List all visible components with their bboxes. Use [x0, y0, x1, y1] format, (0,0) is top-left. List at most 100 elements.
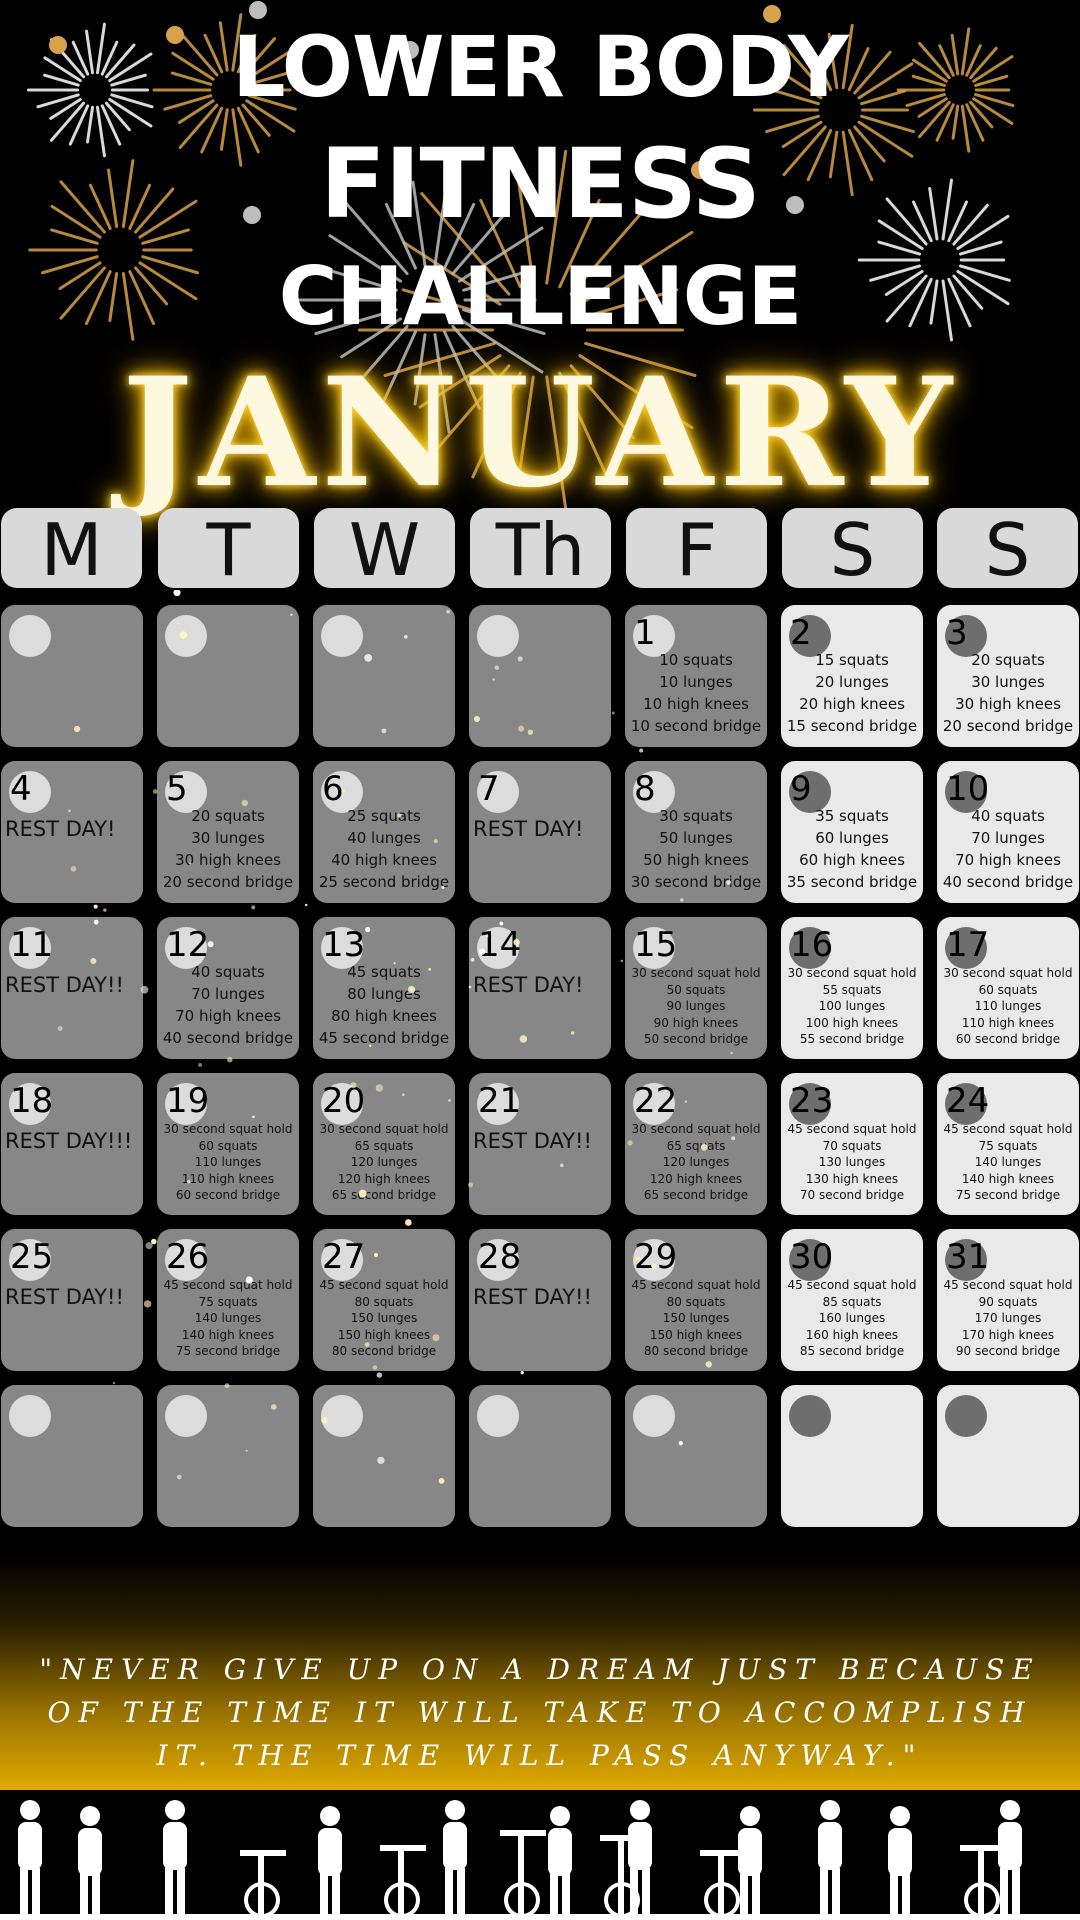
person-silhouette-head — [80, 1806, 100, 1826]
workout-line: 55 squats — [822, 982, 882, 997]
calendar-day-23: 23 45 second squat hold 70 squats 130 lu… — [781, 1073, 923, 1215]
workout-line: 80 second bridge — [331, 1344, 437, 1358]
workout-line: 25 squats — [347, 807, 421, 825]
day-number: 3 — [946, 613, 968, 653]
person-silhouette-leg — [642, 1868, 650, 1916]
workout-list: 45 second squat hold 70 squats 130 lunge… — [781, 1121, 923, 1204]
workout-line: 90 second bridge — [955, 1344, 1061, 1358]
person-silhouette-body — [628, 1822, 652, 1870]
calendar-day-25: 25 REST DAY!! — [1, 1229, 143, 1371]
weekday-header-sat: S — [782, 508, 923, 592]
rest-day-label: REST DAY!!! — [5, 1129, 133, 1153]
workout-line: 40 high knees — [331, 851, 437, 869]
workout-line: 45 second squat hold — [943, 1122, 1073, 1136]
workout-line: 120 high knees — [337, 1171, 431, 1186]
workout-line: 70 second bridge — [799, 1188, 905, 1202]
person-silhouette-leg — [80, 1868, 88, 1916]
workout-line: 80 second bridge — [643, 1344, 749, 1358]
workout-line: 20 squats — [191, 807, 265, 825]
workout-line: 85 squats — [822, 1294, 882, 1309]
workout-line: 50 lunges — [659, 829, 733, 847]
workout-line: 70 squats — [822, 1138, 882, 1153]
person-silhouette-leg — [832, 1868, 840, 1916]
workout-line: 140 lunges — [974, 1155, 1042, 1169]
sparkle — [251, 905, 256, 910]
workout-line: 35 second bridge — [786, 873, 918, 891]
workout-list: 40 squats 70 lunges 70 high knees 40 sec… — [937, 805, 1079, 893]
firework-dot — [249, 1, 267, 19]
sparkle — [639, 748, 644, 753]
person-silhouette-head — [890, 1806, 910, 1826]
calendar-day-26: 26 45 second squat hold 75 squats 140 lu… — [157, 1229, 299, 1371]
workout-line: 80 lunges — [347, 985, 421, 1003]
person-silhouette-body — [818, 1822, 842, 1870]
workout-line: 110 lunges — [974, 999, 1042, 1013]
workout-line: 170 lunges — [974, 1311, 1042, 1325]
day-number: 11 — [10, 925, 54, 965]
day-number: 29 — [634, 1237, 678, 1277]
day-number: 20 — [322, 1081, 366, 1121]
person-silhouette-head — [740, 1806, 760, 1826]
calendar-cell-empty — [313, 605, 455, 747]
workout-line: 65 squats — [354, 1138, 414, 1153]
workout-line: 45 second squat hold — [787, 1122, 917, 1136]
sparkle — [103, 908, 107, 912]
weekday-header-thu: Th — [470, 508, 611, 592]
calendar-day-3: 3 20 squats 30 lunges 30 high knees 20 s… — [937, 605, 1079, 747]
day-number: 27 — [322, 1237, 366, 1277]
person-silhouette-leg — [445, 1868, 453, 1916]
title-line-3: CHALLENGE — [278, 250, 802, 343]
gym-machine-post — [398, 1845, 404, 1916]
rest-day-label: REST DAY!! — [5, 1285, 124, 1309]
day-number: 18 — [10, 1081, 54, 1121]
workout-line: 90 high knees — [653, 1015, 739, 1030]
day-number: 10 — [946, 769, 990, 809]
sparkle — [151, 1238, 157, 1245]
sparkle — [173, 590, 181, 597]
workout-line: 30 lunges — [971, 673, 1045, 691]
workout-line: 80 squats — [354, 1294, 414, 1309]
workout-line: 150 high knees — [337, 1327, 431, 1342]
workout-line: 150 lunges — [350, 1311, 418, 1325]
calendar-cell-empty — [469, 605, 611, 747]
calendar-cell-empty — [1, 1385, 143, 1527]
workout-line: 70 lunges — [971, 829, 1045, 847]
calendar-day-24: 24 45 second squat hold 75 squats 140 lu… — [937, 1073, 1079, 1215]
calendar-day-6: 6 25 squats 40 lunges 40 high knees 25 s… — [313, 761, 455, 903]
calendar-day-27: 27 45 second squat hold 80 squats 150 lu… — [313, 1229, 455, 1371]
workout-line: 20 high knees — [799, 695, 905, 713]
workout-line: 70 high knees — [175, 1007, 281, 1025]
workout-line: 50 second bridge — [643, 1032, 749, 1046]
calendar-day-10: 10 40 squats 70 lunges 70 high knees 40 … — [937, 761, 1079, 903]
workout-list: 30 second squat hold 55 squats 100 lunge… — [781, 965, 923, 1048]
person-silhouette-head — [630, 1800, 650, 1820]
day-number: 31 — [946, 1237, 990, 1277]
person-silhouette-head — [20, 1800, 40, 1820]
workout-line: 70 high knees — [955, 851, 1061, 869]
day-number: 16 — [790, 925, 834, 965]
workout-list: 35 squats 60 lunges 60 high knees 35 sec… — [781, 805, 923, 893]
day-number: 17 — [946, 925, 990, 965]
floor-line — [0, 1914, 1080, 1920]
workout-line: 30 second squat hold — [631, 966, 761, 980]
workout-list: 30 second squat hold 60 squats 110 lunge… — [157, 1121, 299, 1204]
day-number: 8 — [634, 769, 656, 809]
person-silhouette-leg — [20, 1868, 28, 1916]
calendar-day-13: 13 45 squats 80 lunges 80 high knees 45 … — [313, 917, 455, 1059]
calendar-cell-empty — [625, 1385, 767, 1527]
workout-line: 10 second bridge — [630, 717, 762, 735]
workout-line: 110 lunges — [194, 1155, 262, 1169]
calendar-day-19: 19 30 second squat hold 60 squats 110 lu… — [157, 1073, 299, 1215]
day-number: 9 — [790, 769, 812, 809]
weekday-header-fri: F — [626, 508, 767, 592]
day-marker — [9, 1395, 51, 1437]
person-silhouette-leg — [902, 1868, 910, 1916]
workout-line: 40 squats — [971, 807, 1045, 825]
workout-line: 30 second squat hold — [787, 966, 917, 980]
title-line-2: FITNESS — [320, 128, 761, 240]
calendar-cell-empty — [1, 605, 143, 747]
workout-line: 60 squats — [978, 982, 1038, 997]
calendar-cell-empty — [781, 1385, 923, 1527]
workout-line: 150 high knees — [649, 1327, 743, 1342]
person-silhouette-head — [1000, 1800, 1020, 1820]
